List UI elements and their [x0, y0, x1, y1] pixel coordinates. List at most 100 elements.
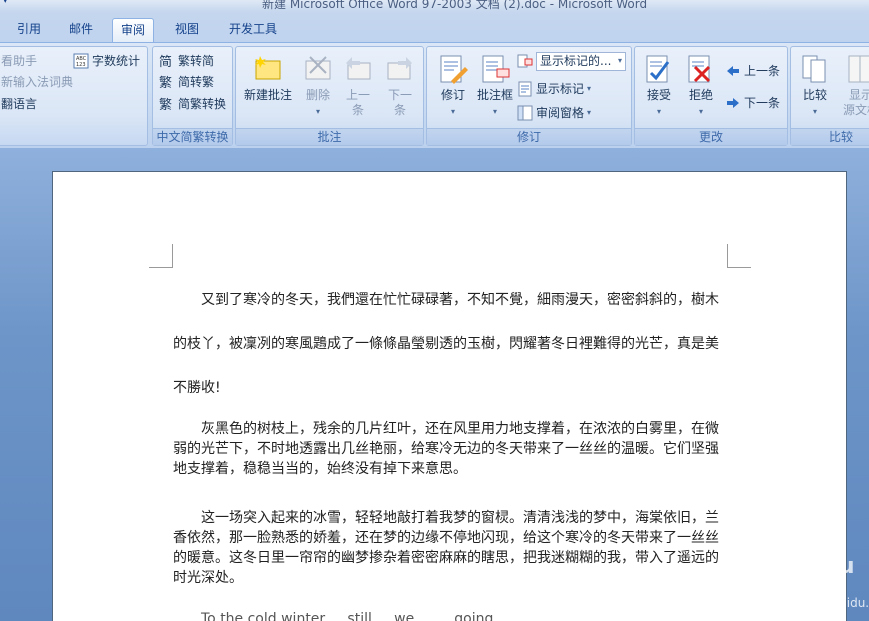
next-comment-button[interactable]: 下一 条	[378, 51, 422, 127]
svg-text:123: 123	[76, 62, 86, 68]
track-changes-button[interactable]: 修订 ▾	[431, 51, 475, 127]
research-button[interactable]: 看助手	[1, 51, 37, 71]
previous-change-label: 上一条	[744, 64, 781, 78]
previous-comment-icon	[342, 53, 374, 85]
word-count-button[interactable]: ABC 123 字数统计	[73, 51, 140, 71]
traditional-to-simplified-button[interactable]: 简 繁转简	[159, 51, 214, 71]
show-markup-dropdown-icon: ▾	[587, 84, 592, 93]
new-comment-label: 新建批注	[243, 88, 292, 102]
ribbon-tab-row: 引用 邮件 审阅 视图 开发工具	[0, 12, 869, 42]
accept-button[interactable]: 接受 ▾	[637, 51, 681, 127]
previous-comment-button[interactable]: 上一 条	[336, 51, 380, 127]
show-source-documents-button[interactable]: 显示 源文档	[839, 51, 869, 127]
new-ime-dictionary-button[interactable]: 新输入法词典	[1, 72, 73, 92]
simplified-to-traditional-label: 简转繁	[178, 75, 215, 89]
display-for-review-select[interactable]: 显示标记的... ▾	[517, 51, 626, 71]
show-markup-label: 显示标记	[536, 82, 585, 96]
delete-comment-label: 删除	[305, 88, 330, 102]
simplified-to-traditional-icon: 繁	[159, 74, 175, 91]
display-for-review-dropdown[interactable]: 显示标记的... ▾	[536, 51, 626, 71]
group-proofing: 看助手 新输入法词典 翻语言 ABC 123 字数统计	[0, 46, 148, 146]
group-label-changes: 更改	[635, 128, 787, 145]
tab-mailings[interactable]: 邮件	[66, 18, 96, 42]
group-changes: 接受 ▾ 拒绝 ▾ 上一条 下一条 更改	[634, 46, 788, 146]
group-label-compare: 比较	[791, 128, 869, 145]
svg-text:繁: 繁	[159, 75, 172, 90]
previous-comment-label-1: 上一	[345, 88, 370, 102]
quick-access-dropdown-icon[interactable]: ▾	[3, 0, 8, 6]
previous-change-button[interactable]: 上一条	[725, 61, 780, 81]
tab-references[interactable]: 引用	[14, 18, 44, 42]
reject-label: 拒绝	[688, 88, 713, 102]
research-label: 看助手	[1, 54, 38, 68]
paragraph-3[interactable]: 这一场突入起来的冰雪，轻轻地敲打着我梦的窗棂。清清浅浅的梦中，海棠依旧，兰香依然…	[173, 508, 729, 588]
balloons-button[interactable]: 批注框 ▾	[473, 51, 517, 127]
reviewing-pane-dropdown-icon: ▾	[587, 108, 592, 117]
document-page[interactable]: 又到了寒冷的冬天，我們還在忙忙碌碌著，不知不覺，細雨漫天，密密斜斜的，樹木的枝丫…	[52, 171, 847, 621]
next-change-icon	[725, 95, 741, 111]
chinese-conversion-icon: 繁	[159, 96, 175, 113]
window-title: 新建 Microsoft Office Word 97-2003 文档 (2).…	[262, 0, 648, 11]
new-comment-icon	[252, 53, 284, 85]
word-count-label: 字数统计	[92, 54, 141, 68]
next-comment-label-1: 下一	[387, 88, 412, 102]
reject-icon	[685, 53, 717, 85]
new-comment-button[interactable]: 新建批注	[242, 51, 294, 127]
display-for-review-chevron-icon: ▾	[617, 56, 622, 65]
show-source-label-1: 显示	[848, 88, 869, 102]
delete-comment-icon	[302, 53, 334, 85]
word-count-icon: ABC 123	[73, 53, 89, 69]
paragraph-1[interactable]: 又到了寒冷的冬天，我們還在忙忙碌碌著，不知不覺，細雨漫天，密密斜斜的，樹木的枝丫…	[173, 278, 729, 410]
next-comment-label-2: 条	[393, 103, 406, 117]
tab-view[interactable]: 视图	[172, 18, 202, 42]
previous-comment-label-2: 条	[351, 103, 364, 117]
traditional-to-simplified-label: 繁转简	[178, 54, 215, 68]
reject-dropdown-icon: ▾	[698, 107, 703, 116]
group-label-chinese-conversion: 中文简繁转换	[153, 128, 232, 145]
title-bar: ▾ 新建 Microsoft Office Word 97-2003 文档 (2…	[0, 0, 869, 12]
track-changes-label: 修订	[440, 88, 465, 102]
accept-icon	[643, 53, 675, 85]
compare-icon	[799, 53, 831, 85]
tab-developer[interactable]: 开发工具	[226, 18, 280, 42]
compare-dropdown-icon: ▾	[812, 107, 817, 116]
paw-logo-icon	[741, 554, 773, 585]
paragraph-2[interactable]: 灰黑色的树枝上，残余的几片红叶，还在风里用力地支撑着，在浓浓的白雾里，在微弱的光…	[173, 419, 729, 479]
svg-text:简: 简	[159, 54, 172, 69]
margin-corner-top-left	[149, 244, 173, 268]
simplified-to-traditional-button[interactable]: 繁 简转繁	[159, 72, 214, 92]
delete-dropdown-icon: ▾	[315, 107, 320, 116]
next-change-label: 下一条	[744, 96, 781, 110]
ribbon: 看助手 新输入法词典 翻语言 ABC123 字数统计 简 繁转简 繁 简转繁	[0, 42, 869, 148]
accept-dropdown-icon: ▾	[656, 107, 661, 116]
reject-button[interactable]: 拒绝 ▾	[679, 51, 723, 127]
display-for-review-value: 显示标记的...	[540, 54, 612, 68]
reviewing-pane-icon	[517, 105, 533, 121]
show-markup-icon	[517, 81, 533, 97]
new-ime-dictionary-label: 新输入法词典	[1, 75, 74, 89]
translate-button[interactable]: 翻语言	[1, 94, 37, 114]
paragraph-4[interactable]: To the cold winter ... still ... we ... …	[173, 609, 729, 621]
compare-label: 比较	[802, 88, 827, 102]
show-markup-button[interactable]: 显示标记 ▾	[517, 79, 591, 99]
compare-button[interactable]: 比较 ▾	[793, 51, 837, 127]
watermark-url: jingyan.baidu.com	[784, 596, 869, 610]
balloons-label: 批注框	[476, 88, 513, 102]
delete-comment-button[interactable]: 删除 ▾	[296, 51, 340, 127]
reviewing-pane-button[interactable]: 审阅窗格 ▾	[517, 103, 591, 123]
balloons-icon	[479, 53, 511, 85]
track-changes-icon	[437, 53, 469, 85]
chinese-conversion-button[interactable]: 繁 简繁转换	[159, 94, 226, 114]
traditional-to-simplified-icon: 简	[159, 53, 175, 70]
group-compare: 比较 ▾ 显示 源文档 比较	[790, 46, 869, 146]
tab-review[interactable]: 审阅	[112, 18, 154, 42]
reviewing-pane-label: 审阅窗格	[536, 106, 585, 120]
group-label-comments: 批注	[236, 128, 423, 145]
next-change-button[interactable]: 下一条	[725, 93, 780, 113]
show-source-label-2: 源文档	[842, 103, 869, 117]
display-for-review-icon	[517, 53, 533, 69]
balloons-dropdown-icon: ▾	[492, 107, 497, 116]
group-chinese-conversion: 简 繁转简 繁 简转繁 繁 简繁转换 中文简繁转换	[152, 46, 233, 146]
previous-change-icon	[725, 63, 741, 79]
show-source-documents-icon	[845, 53, 869, 85]
